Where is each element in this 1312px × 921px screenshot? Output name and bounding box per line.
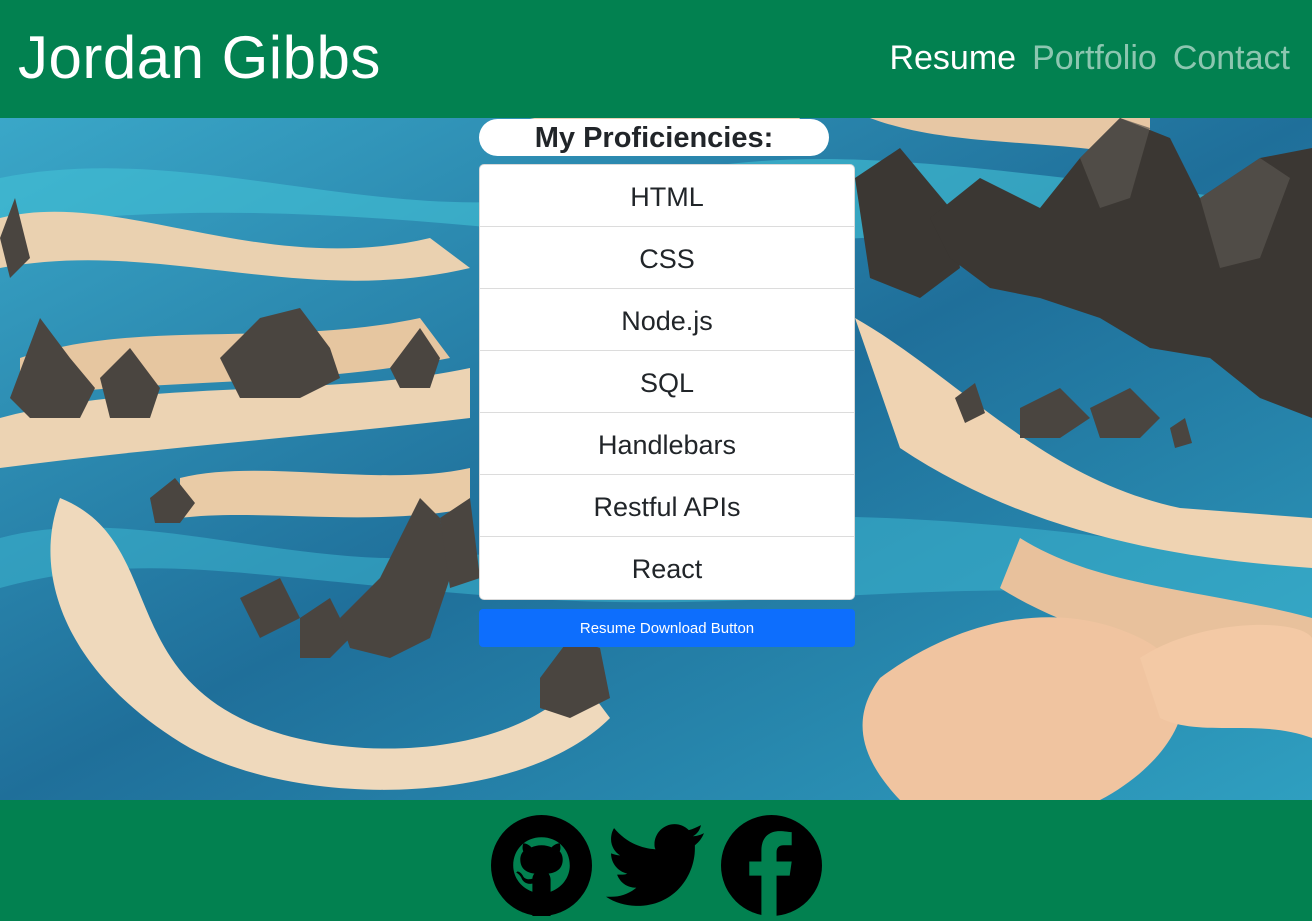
list-item: HTML bbox=[480, 165, 854, 227]
main-nav: Resume Portfolio Contact bbox=[889, 41, 1290, 75]
list-item: CSS bbox=[480, 227, 854, 289]
list-item: Handlebars bbox=[480, 413, 854, 475]
resume-download-button[interactable]: Resume Download Button bbox=[479, 609, 855, 647]
facebook-icon[interactable] bbox=[720, 815, 822, 916]
twitter-icon[interactable] bbox=[605, 815, 707, 916]
list-item: Restful APIs bbox=[480, 475, 854, 537]
nav-resume[interactable]: Resume bbox=[889, 41, 1016, 75]
nav-portfolio[interactable]: Portfolio bbox=[1032, 41, 1157, 75]
github-icon[interactable] bbox=[490, 815, 592, 916]
list-item: Node.js bbox=[480, 289, 854, 351]
proficiencies-list: HTML CSS Node.js SQL Handlebars Restful … bbox=[479, 164, 855, 600]
list-item: SQL bbox=[480, 351, 854, 413]
list-item: React bbox=[631, 554, 703, 584]
site-footer bbox=[0, 800, 1312, 921]
nav-contact[interactable]: Contact bbox=[1173, 41, 1290, 75]
site-header: Jordan Gibbs Resume Portfolio Contact bbox=[0, 0, 1312, 118]
proficiencies-title: My Proficiencies: bbox=[479, 119, 829, 156]
brand-title[interactable]: Jordan Gibbs bbox=[18, 28, 381, 88]
